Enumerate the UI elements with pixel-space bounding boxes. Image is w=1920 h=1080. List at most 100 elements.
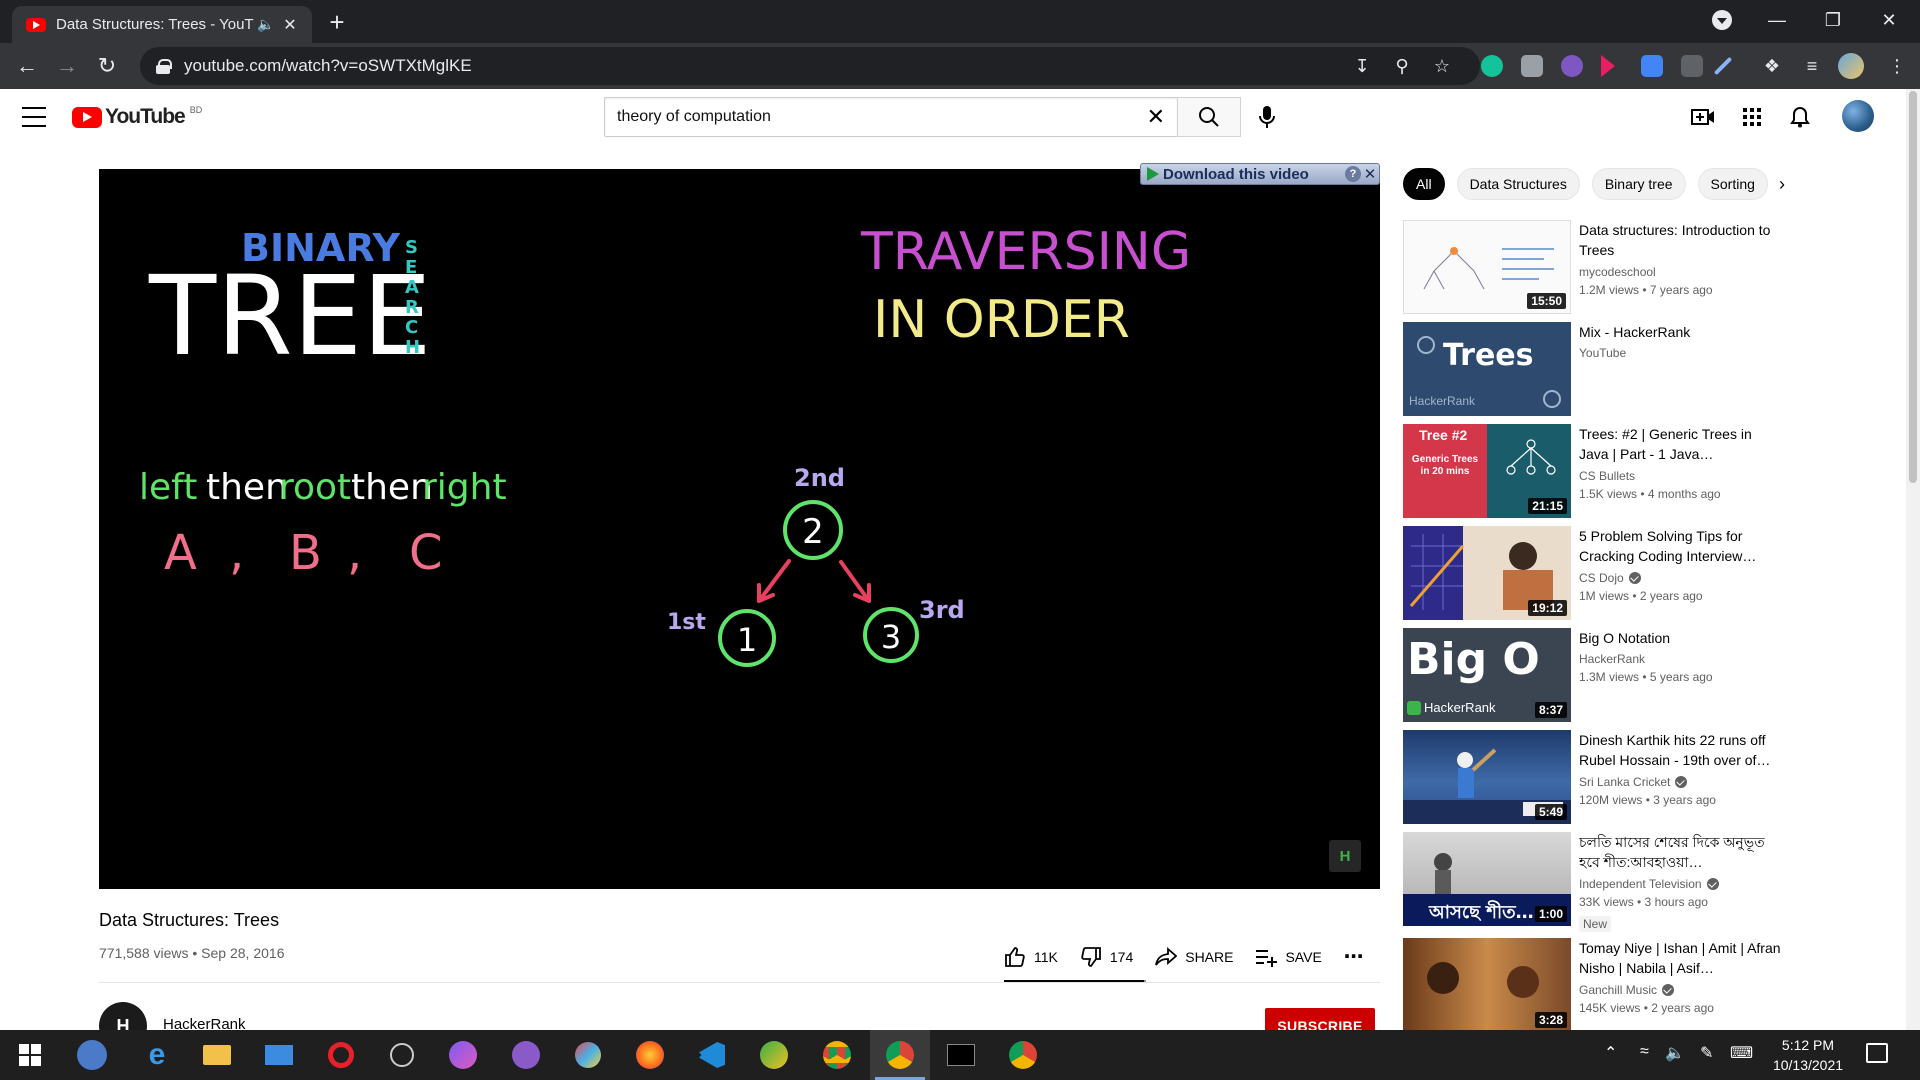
pen-tray-icon[interactable]: ✎ (1700, 1043, 1713, 1063)
download-help-icon[interactable]: ? (1345, 166, 1361, 182)
show-hidden-icons[interactable]: ⌃ (1604, 1043, 1617, 1063)
recommendation-title[interactable]: 5 Problem Solving Tips for Cracking Codi… (1579, 526, 1783, 566)
globe-app-icon[interactable] (757, 1038, 791, 1072)
windows-start-icon[interactable] (13, 1038, 47, 1072)
scrollbar-thumb[interactable] (1909, 91, 1917, 483)
chips-next-icon[interactable]: › (1770, 172, 1794, 196)
wifi-icon[interactable]: ≈ (1640, 1043, 1649, 1061)
recommendation-thumbnail[interactable]: Tree #2 Generic Trees in 20 mins 21:15 (1403, 424, 1571, 518)
close-window-button[interactable]: ✕ (1861, 0, 1917, 40)
recommendation-title[interactable]: Big O Notation (1579, 628, 1783, 648)
channel-watermark[interactable]: H (1329, 840, 1361, 872)
recommendation-item[interactable]: 5:49 Dinesh Karthik hits 22 runs off Rub… (1403, 730, 1783, 824)
share-button[interactable]: SHARE (1155, 946, 1233, 967)
recommendation-item[interactable]: Tree #2 Generic Trees in 20 mins 21:15 T… (1403, 424, 1783, 518)
chrome-icon[interactable] (820, 1038, 854, 1072)
recommendation-channel[interactable]: Ganchill Music (1579, 983, 1675, 997)
recommendation-thumbnail[interactable]: আসছে শীত… 1:00 (1403, 832, 1571, 926)
download-close-icon[interactable]: ✕ (1361, 165, 1379, 183)
notifications-button[interactable] (1787, 105, 1813, 129)
recommendation-channel[interactable]: HackerRank (1579, 652, 1645, 666)
recommendation-item[interactable]: Trees HackerRank Mix - HackerRank YouTub… (1403, 322, 1783, 416)
back-button[interactable]: ← (10, 49, 44, 83)
edge-browser-icon[interactable]: e (140, 1038, 174, 1072)
recommendation-channel[interactable]: Independent Television (1579, 877, 1719, 891)
apps-button[interactable] (1739, 105, 1765, 129)
screen-extension-icon[interactable] (1681, 55, 1703, 77)
new-tab-button[interactable]: + (322, 8, 352, 38)
chrome-menu-icon[interactable]: ⋮ (1880, 49, 1914, 83)
lock-icon[interactable] (156, 59, 172, 74)
play-extension-icon[interactable] (1601, 55, 1615, 77)
browser-tab[interactable]: Data Structures: Trees - YouTube 🔈 ✕ (12, 6, 312, 43)
speaker-icon[interactable]: 🔈 (254, 16, 278, 33)
paint-app-icon[interactable] (571, 1038, 605, 1072)
search-button[interactable] (1177, 97, 1241, 137)
install-app-icon[interactable]: ↧ (1345, 49, 1379, 83)
recommendation-item[interactable]: Big O HackerRank 8:37 Big O Notation Hac… (1403, 628, 1783, 722)
recommendation-item[interactable]: আসছে শীত… 1:00 চলতি মাসের শেষের দিকে অনু… (1403, 832, 1783, 932)
recommendation-thumbnail[interactable]: Big O HackerRank 8:37 (1403, 628, 1571, 722)
recommendation-channel[interactable]: YouTube (1579, 346, 1626, 360)
account-avatar[interactable] (1842, 100, 1874, 132)
clear-search-icon[interactable]: ✕ (1147, 104, 1165, 130)
zoom-icon[interactable]: ⚲ (1385, 49, 1419, 83)
save-button[interactable]: SAVE (1255, 947, 1322, 967)
taskbar-clock[interactable]: 5:12 PM 10/13/2021 (1763, 1035, 1853, 1075)
youtube-logo[interactable]: YouTube BD (72, 105, 202, 129)
more-actions-button[interactable]: ⋯ (1344, 944, 1364, 969)
recommendation-title[interactable]: Mix - HackerRank (1579, 322, 1783, 342)
color-extension-icon[interactable] (1561, 55, 1583, 77)
recommendation-thumbnail[interactable]: 19:12 (1403, 526, 1571, 620)
recommendation-title[interactable]: Trees: #2 | Generic Trees in Java | Part… (1579, 424, 1783, 464)
satellite-app-icon[interactable] (385, 1038, 419, 1072)
pen-extension-icon[interactable] (1713, 56, 1733, 76)
recommendation-thumbnail[interactable]: Trees HackerRank (1403, 322, 1571, 416)
create-video-button[interactable] (1690, 105, 1716, 129)
recommendation-thumbnail[interactable]: 5:49 (1403, 730, 1571, 824)
mail-icon[interactable] (262, 1038, 296, 1072)
recommendation-channel[interactable]: CS Dojo (1579, 571, 1641, 585)
tab-search-icon[interactable] (1712, 10, 1732, 30)
tab-close-icon[interactable]: ✕ (278, 15, 302, 35)
file-explorer-icon[interactable] (200, 1038, 234, 1072)
chrome-profile-icon[interactable] (1006, 1038, 1040, 1072)
recommendation-title[interactable]: চলতি মাসের শেষের দিকে অনুভূত হবে শীত:আবহ… (1579, 832, 1783, 872)
dislike-button[interactable]: 174 (1080, 946, 1133, 968)
extensions-puzzle-icon[interactable]: ❖ (1755, 49, 1789, 83)
video-player[interactable]: TREE BINARY S E A R C H TRAVERSING IN OR… (99, 169, 1380, 889)
recommendation-channel[interactable]: CS Bullets (1579, 469, 1635, 483)
search-input[interactable]: theory of computation ✕ (604, 97, 1177, 137)
recommendation-item[interactable]: 15:50 Data structures: Introduction to T… (1403, 220, 1783, 314)
app-icon-qb[interactable] (77, 1040, 107, 1070)
recommendation-item[interactable]: 3:28 Tomay Niye | Ishan | Amit | Afran N… (1403, 938, 1783, 1032)
guide-menu-icon[interactable] (22, 107, 46, 127)
profile-avatar[interactable] (1838, 53, 1864, 79)
address-bar[interactable]: youtube.com/watch?v=oSWTXtMglKE (140, 47, 1480, 85)
camera-extension-icon[interactable] (1521, 55, 1543, 77)
recommendation-title[interactable]: Tomay Niye | Ishan | Amit | Afran Nisho … (1579, 938, 1783, 978)
like-button[interactable]: 11K (1004, 946, 1058, 968)
bookmark-star-icon[interactable]: ☆ (1425, 49, 1459, 83)
github-desktop-icon[interactable] (509, 1038, 543, 1072)
download-extension-icon[interactable] (1641, 55, 1663, 77)
chip-all[interactable]: All (1403, 168, 1445, 200)
vscode-icon[interactable] (695, 1038, 729, 1072)
chrome-active-icon[interactable] (883, 1038, 917, 1072)
forward-button[interactable]: → (50, 49, 84, 83)
reload-button[interactable]: ↻ (90, 49, 124, 83)
recommendation-title[interactable]: Data structures: Introduction to Trees (1579, 220, 1783, 260)
firefox-icon[interactable] (633, 1038, 667, 1072)
recommendation-channel[interactable]: mycodeschool (1579, 265, 1656, 279)
chip-data-structures[interactable]: Data Structures (1456, 168, 1580, 200)
recommendation-thumbnail[interactable]: 15:50 (1403, 220, 1571, 314)
keyboard-icon[interactable]: ⌨ (1730, 1043, 1753, 1063)
restore-button[interactable]: ❐ (1805, 0, 1861, 40)
volume-icon[interactable]: 🔈 (1665, 1043, 1685, 1063)
grammarly-extension-icon[interactable] (1481, 55, 1503, 77)
chip-sorting[interactable]: Sorting (1697, 168, 1768, 200)
voice-search-button[interactable] (1251, 101, 1283, 133)
reading-list-icon[interactable]: ≡ (1795, 49, 1829, 83)
terminal-icon[interactable] (944, 1038, 978, 1072)
chip-binary-tree[interactable]: Binary tree (1591, 168, 1686, 200)
